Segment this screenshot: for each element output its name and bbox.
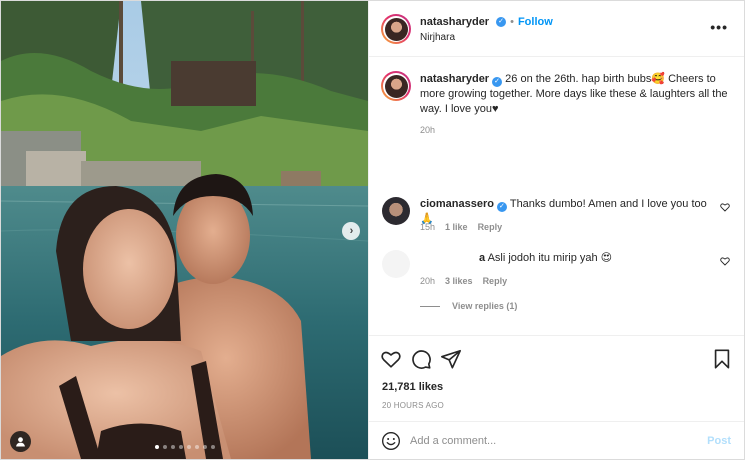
likes-count[interactable]: 21,781 likes xyxy=(382,381,443,393)
verified-icon: ✓ xyxy=(492,77,503,87)
post-header: natasharyder ✓ • Follow Nirjhara ••• xyxy=(369,1,744,57)
carousel-dot xyxy=(162,445,167,449)
verified-icon: ✓ xyxy=(496,17,507,27)
post-photo[interactable]: › xyxy=(1,1,368,459)
carousel-dot xyxy=(186,445,191,449)
comment-meta: 15h 1 like Reply xyxy=(420,222,502,232)
comments-list[interactable]: natasharyder ✓ 26 on the 26th. hap birth … xyxy=(369,58,744,335)
comment-reply-button[interactable]: Reply xyxy=(483,276,508,286)
caption-username[interactable]: natasharyder xyxy=(420,73,489,85)
comment-text: Asli jodoh itu mirip yah 😍 xyxy=(487,252,613,264)
comment-likes[interactable]: 3 likes xyxy=(445,276,473,286)
carousel-dot xyxy=(202,445,207,449)
view-replies-row[interactable]: View replies (1) xyxy=(420,301,517,311)
comment-username[interactable]: a xyxy=(479,252,485,264)
comment-time[interactable]: 20h xyxy=(420,276,435,286)
carousel-indicator xyxy=(1,445,368,449)
share-paper-plane-icon[interactable] xyxy=(440,348,462,370)
save-bookmark-icon[interactable] xyxy=(711,348,733,370)
separator-dot: • xyxy=(510,16,514,28)
divider-line xyxy=(420,305,440,307)
more-options-icon[interactable]: ••• xyxy=(710,19,728,35)
comment-input[interactable] xyxy=(410,431,690,451)
comment-reply-button[interactable]: Reply xyxy=(478,222,503,232)
post-timestamp[interactable]: 20 HOURS AGO xyxy=(382,401,444,410)
comment-likes[interactable]: 1 like xyxy=(445,222,468,232)
follow-button[interactable]: Follow xyxy=(518,16,553,28)
caption-meta: 20h xyxy=(420,125,435,135)
carousel-dot xyxy=(170,445,175,449)
caption-time[interactable]: 20h xyxy=(420,125,435,135)
chevron-right-icon: › xyxy=(349,224,354,237)
like-heart-icon[interactable] xyxy=(380,348,402,370)
add-comment-bar: Post xyxy=(369,421,744,459)
author-username[interactable]: natasharyder xyxy=(420,16,489,28)
post-comment-button[interactable]: Post xyxy=(707,435,731,447)
comment-avatar[interactable] xyxy=(382,197,410,225)
verified-icon: ✓ xyxy=(496,202,507,212)
comment-avatar[interactable] xyxy=(382,250,410,278)
comment-item: a Asli jodoh itu mirip yah 😍 xyxy=(479,251,709,266)
comment-username[interactable]: ciomanassero xyxy=(420,198,494,210)
carousel-dot xyxy=(210,445,215,449)
like-comment-heart-icon[interactable] xyxy=(720,202,730,212)
post-actions: 21,781 likes 20 HOURS AGO xyxy=(369,335,744,421)
carousel-dot xyxy=(178,445,183,449)
view-replies-button[interactable]: View replies (1) xyxy=(452,301,517,311)
comment-time[interactable]: 15h xyxy=(420,222,435,232)
comment-bubble-icon[interactable] xyxy=(410,348,432,370)
carousel-next-button[interactable]: › xyxy=(342,222,360,240)
emoji-smiley-icon[interactable] xyxy=(381,431,401,451)
carousel-dot xyxy=(154,445,159,449)
post-dialog: › natasharyder ✓ • Follow Nirjhara ••• n… xyxy=(0,0,745,460)
carousel-dot xyxy=(194,445,199,449)
author-avatar[interactable] xyxy=(381,14,411,44)
caption: natasharyder ✓ 26 on the 26th. hap birth … xyxy=(420,72,732,117)
comment-meta: 20h 3 likes Reply xyxy=(420,276,507,286)
like-comment-heart-icon[interactable] xyxy=(720,256,730,266)
caption-avatar[interactable] xyxy=(381,71,411,101)
post-location[interactable]: Nirjhara xyxy=(420,32,455,43)
photo-scene xyxy=(1,1,368,459)
post-side-panel: natasharyder ✓ • Follow Nirjhara ••• nat… xyxy=(368,1,744,459)
